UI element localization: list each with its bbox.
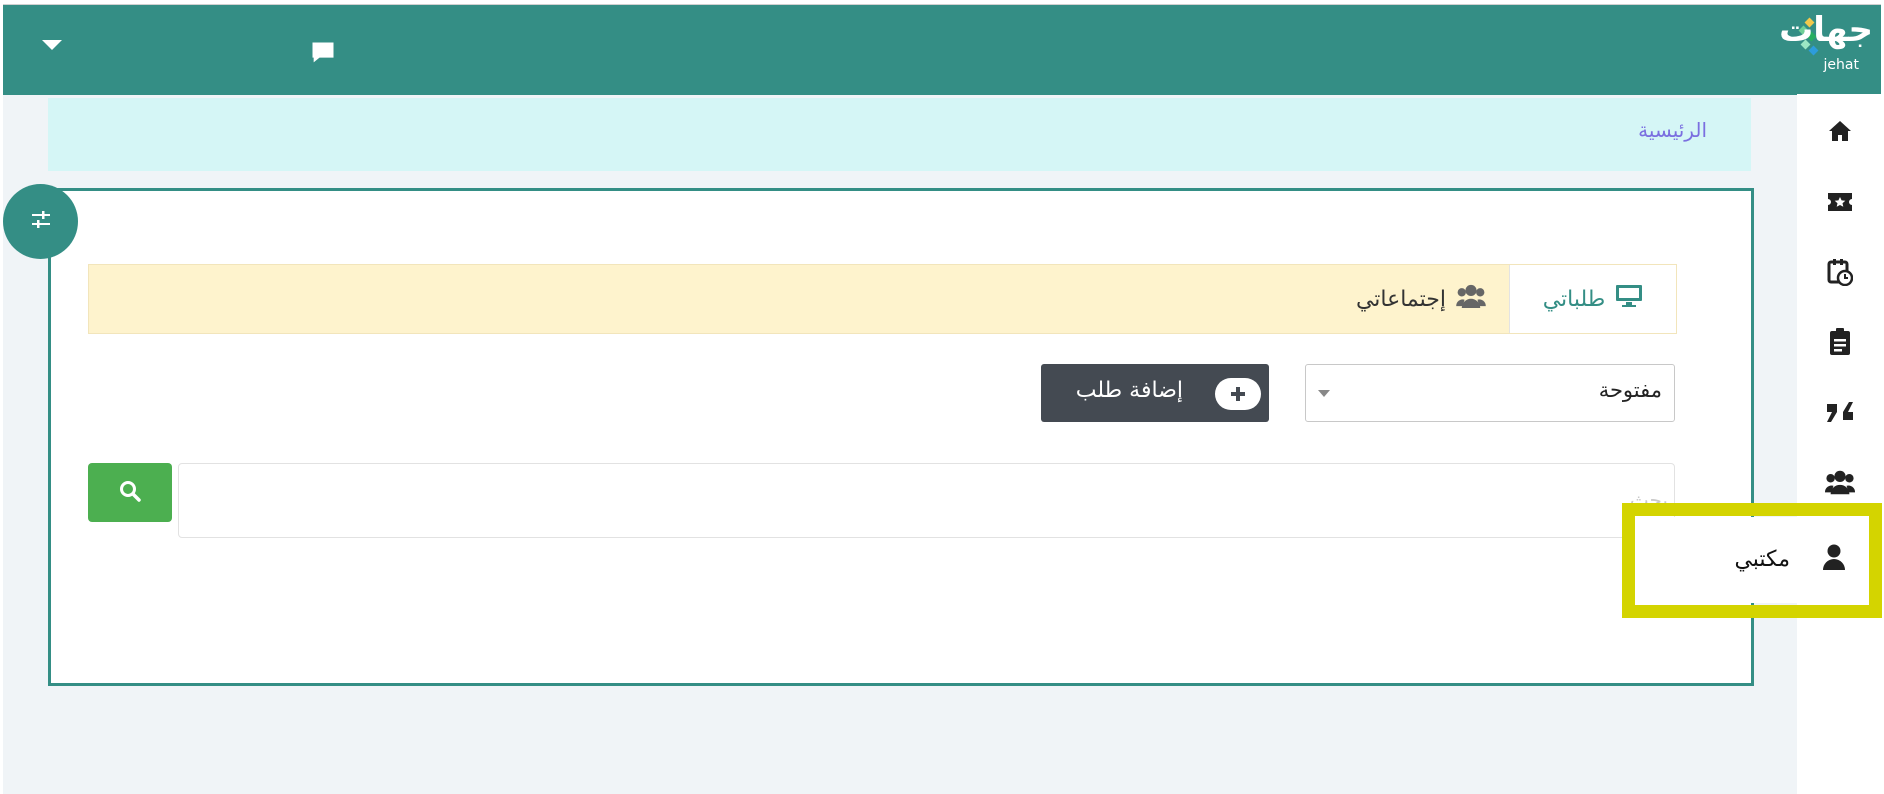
users-icon[interactable] xyxy=(1825,467,1855,497)
main-panel xyxy=(48,188,1754,686)
logo-text: جهات xyxy=(1779,10,1873,50)
logo-subtext: jehat xyxy=(1823,57,1859,73)
sidebar xyxy=(1797,94,1881,794)
search-input[interactable]: بحث xyxy=(178,463,1675,538)
tab-my-requests[interactable]: طلباتي xyxy=(1509,265,1676,333)
sliders-icon xyxy=(30,210,52,234)
plus-icon xyxy=(1215,378,1261,410)
home-icon[interactable] xyxy=(1825,116,1855,146)
quote-icon[interactable] xyxy=(1825,397,1855,427)
highlight-box xyxy=(1622,503,1882,618)
settings-sliders-button[interactable] xyxy=(3,184,78,259)
search-icon xyxy=(119,480,141,506)
status-select-value: مفتوحة xyxy=(1598,378,1662,402)
clipboard-icon[interactable] xyxy=(1825,327,1855,357)
top-navbar: جهات jehat xyxy=(3,4,1881,95)
add-request-label: إضافة طلب xyxy=(1075,378,1183,403)
monitor-icon xyxy=(1615,284,1643,314)
tab-bar: طلباتي إجتماعاتي xyxy=(88,264,1677,334)
search-button[interactable] xyxy=(88,463,172,522)
users-icon xyxy=(1456,284,1486,314)
chat-icon[interactable] xyxy=(309,39,337,71)
tab-label: إجتماعاتي xyxy=(1355,286,1446,312)
dropdown-caret-icon[interactable] xyxy=(42,40,62,50)
tab-my-meetings[interactable]: إجتماعاتي xyxy=(1356,265,1486,333)
status-select[interactable]: مفتوحة xyxy=(1305,364,1675,422)
breadcrumb-home[interactable]: الرئيسية xyxy=(1638,118,1707,142)
ticket-icon[interactable] xyxy=(1825,187,1855,217)
tab-label: طلباتي xyxy=(1542,286,1606,312)
select-arrow-icon xyxy=(1318,390,1330,397)
add-request-button[interactable]: إضافة طلب xyxy=(1041,364,1269,422)
calendar-clock-icon[interactable] xyxy=(1825,257,1855,287)
breadcrumb: الرئيسية xyxy=(48,98,1751,171)
